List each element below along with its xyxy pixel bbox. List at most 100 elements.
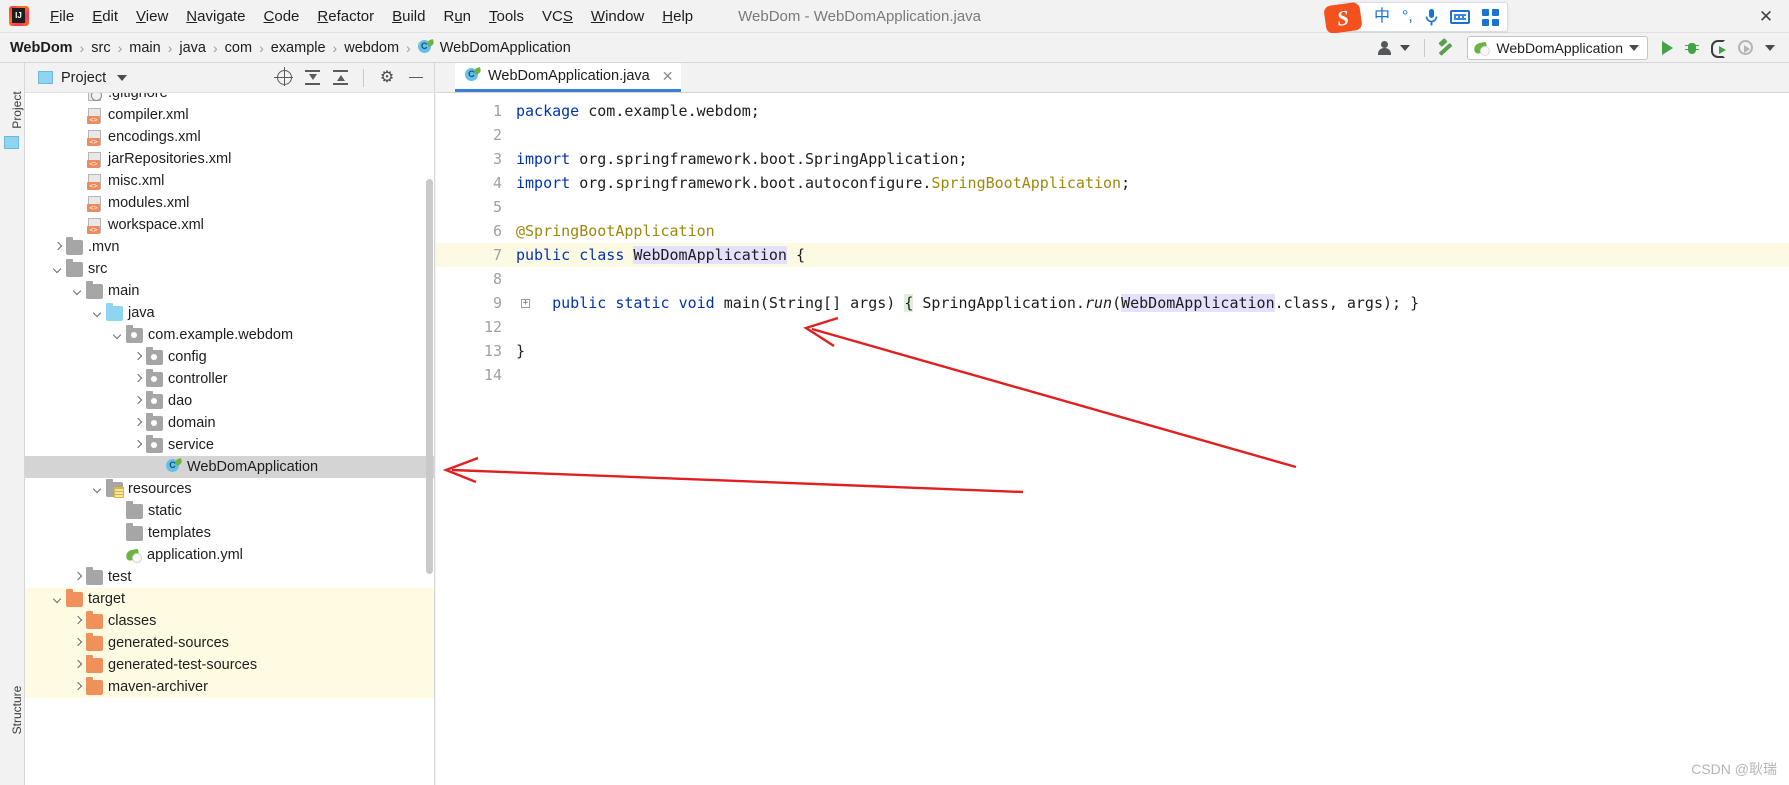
user-profile-button[interactable] — [1371, 35, 1416, 61]
tree-node-java[interactable]: java — [25, 302, 434, 324]
chevron-right-icon[interactable] — [71, 681, 84, 694]
breadcrumb-item-java[interactable]: java — [179, 40, 206, 56]
expand-all-icon[interactable] — [305, 70, 320, 85]
editor-gutter[interactable]: 1 2 3 4 5 6 7 8 9 + 12 13 14 — [436, 93, 530, 785]
tree-node-maven-archiver[interactable]: maven-archiver — [25, 676, 434, 698]
run-button[interactable] — [1656, 35, 1679, 61]
menu-vcs[interactable]: VCS — [533, 5, 582, 28]
ime-toolbar[interactable]: S 中 °, — [1323, 1, 1508, 35]
keyboard-icon[interactable] — [1449, 10, 1470, 24]
chevron-right-icon[interactable] — [51, 241, 64, 254]
tree-node-resources[interactable]: resources — [25, 478, 434, 500]
chevron-right-icon[interactable] — [71, 659, 84, 672]
run-with-coverage-button[interactable] — [1705, 35, 1732, 61]
breadcrumb-item-class[interactable]: WebDomApplication — [417, 39, 571, 56]
menu-build[interactable]: Build — [383, 5, 434, 28]
tree-node--mvn[interactable]: .mvn — [25, 236, 434, 258]
tree-node-controller[interactable]: controller — [25, 368, 434, 390]
chevron-down-icon[interactable] — [51, 593, 64, 606]
more-run-options-button[interactable] — [1759, 35, 1789, 61]
tree-node-generated-sources[interactable]: generated-sources — [25, 632, 434, 654]
tree-node-src[interactable]: src — [25, 258, 434, 280]
breadcrumb-item-main[interactable]: main — [129, 40, 160, 56]
menu-refactor[interactable]: Refactor — [308, 5, 383, 28]
chevron-right-icon[interactable] — [71, 637, 84, 650]
menu-run[interactable]: Run — [434, 5, 480, 28]
tree-node-generated-test-sources[interactable]: generated-test-sources — [25, 654, 434, 676]
tree-node-webdomapplication[interactable]: WebDomApplication — [25, 456, 434, 478]
tree-node-target[interactable]: target — [25, 588, 434, 610]
menu-window[interactable]: Window — [582, 5, 653, 28]
code-editor[interactable]: 1 2 3 4 5 6 7 8 9 + 12 13 14 package com… — [436, 93, 1789, 785]
project-tree[interactable]: .gitignore compiler.xml encodings.xml jarRe… — [25, 93, 434, 785]
chevron-right-icon[interactable] — [131, 351, 144, 364]
chevron-right-icon[interactable] — [71, 571, 84, 584]
scrollbar-thumb[interactable] — [426, 179, 433, 574]
breadcrumb-item-example[interactable]: example — [271, 40, 326, 56]
menu-tools[interactable]: Tools — [480, 5, 533, 28]
tree-node-com-example-webdom[interactable]: com.example.webdom — [25, 324, 434, 346]
breadcrumb-item-com[interactable]: com — [225, 40, 252, 56]
build-project-button[interactable] — [1433, 35, 1463, 61]
breadcrumb-item-webdom-pkg[interactable]: webdom — [344, 40, 399, 56]
menu-help[interactable]: Help — [653, 5, 702, 28]
chevron-down-icon[interactable] — [111, 329, 124, 342]
editor-scrollbar[interactable] — [1779, 93, 1789, 785]
chevron-down-icon[interactable] — [51, 263, 64, 276]
locate-target-icon[interactable] — [274, 67, 293, 86]
chevron-down-icon[interactable] — [91, 307, 104, 320]
apps-grid-icon[interactable] — [1481, 8, 1499, 26]
sogou-logo-icon[interactable]: S — [1323, 1, 1363, 35]
collapse-all-icon[interactable] — [333, 70, 348, 85]
chevron-down-icon[interactable] — [91, 483, 104, 496]
tree-node-application-yml[interactable]: application.yml — [25, 544, 434, 566]
tree-node-label: WebDomApplication — [187, 459, 319, 475]
chevron-right-icon[interactable] — [131, 417, 144, 430]
menu-file[interactable]: File — [41, 5, 83, 28]
tree-node-classes[interactable]: classes — [25, 610, 434, 632]
run-configuration-selector[interactable]: WebDomApplication — [1467, 35, 1648, 60]
xml-icon — [87, 195, 101, 212]
chevron-right-icon[interactable] — [71, 615, 84, 628]
breadcrumb-item-src[interactable]: src — [91, 40, 110, 56]
breadcrumb-item-webdom[interactable]: WebDom — [10, 40, 73, 56]
tree-node-dao[interactable]: dao — [25, 390, 434, 412]
project-tree-scrollbar[interactable] — [425, 93, 434, 785]
close-icon[interactable]: ✕ — [662, 68, 674, 85]
debug-button[interactable] — [1679, 35, 1705, 61]
menu-edit[interactable]: Edit — [83, 5, 127, 28]
editor-tab-webdomapplication[interactable]: WebDomApplication.java ✕ — [455, 63, 682, 92]
tree-node-config[interactable]: config — [25, 346, 434, 368]
tree-node-templates[interactable]: templates — [25, 522, 434, 544]
tree-node--gitignore[interactable]: .gitignore — [25, 93, 434, 104]
tree-node-jarrepositories-xml[interactable]: jarRepositories.xml — [25, 148, 434, 170]
tree-node-workspace-xml[interactable]: workspace.xml — [25, 214, 434, 236]
profile-button[interactable] — [1732, 35, 1759, 61]
chevron-down-icon[interactable] — [71, 285, 84, 298]
tree-node-domain[interactable]: domain — [25, 412, 434, 434]
menu-view[interactable]: View — [127, 5, 177, 28]
tool-window-button-project[interactable]: Project — [10, 80, 24, 140]
window-close-button[interactable]: ✕ — [1757, 8, 1775, 26]
tree-node-encodings-xml[interactable]: encodings.xml — [25, 126, 434, 148]
chevron-right-icon[interactable] — [131, 395, 144, 408]
tree-node-static[interactable]: static — [25, 500, 434, 522]
menu-code[interactable]: Code — [255, 5, 309, 28]
ime-mode-chinese[interactable]: 中 — [1374, 9, 1390, 25]
gear-icon[interactable]: ⚙ — [379, 69, 395, 86]
chevron-right-icon[interactable] — [131, 439, 144, 452]
tree-node-test[interactable]: test — [25, 566, 434, 588]
tree-node-main[interactable]: main — [25, 280, 434, 302]
tool-window-button-structure[interactable]: Structure — [10, 680, 24, 740]
chevron-down-icon[interactable] — [117, 74, 128, 81]
tree-node-modules-xml[interactable]: modules.xml — [25, 192, 434, 214]
tree-node-compiler-xml[interactable]: compiler.xml — [25, 104, 434, 126]
tree-node-misc-xml[interactable]: misc.xml — [25, 170, 434, 192]
code-text-area[interactable]: package com.example.webdom; import org.s… — [508, 93, 1789, 785]
tree-node-service[interactable]: service — [25, 434, 434, 456]
ime-punctuation-toggle[interactable]: °, — [1402, 9, 1413, 25]
menu-navigate[interactable]: Navigate — [177, 5, 254, 28]
hide-panel-icon[interactable] — [408, 70, 424, 86]
chevron-right-icon[interactable] — [131, 373, 144, 386]
microphone-icon[interactable] — [1425, 8, 1438, 26]
